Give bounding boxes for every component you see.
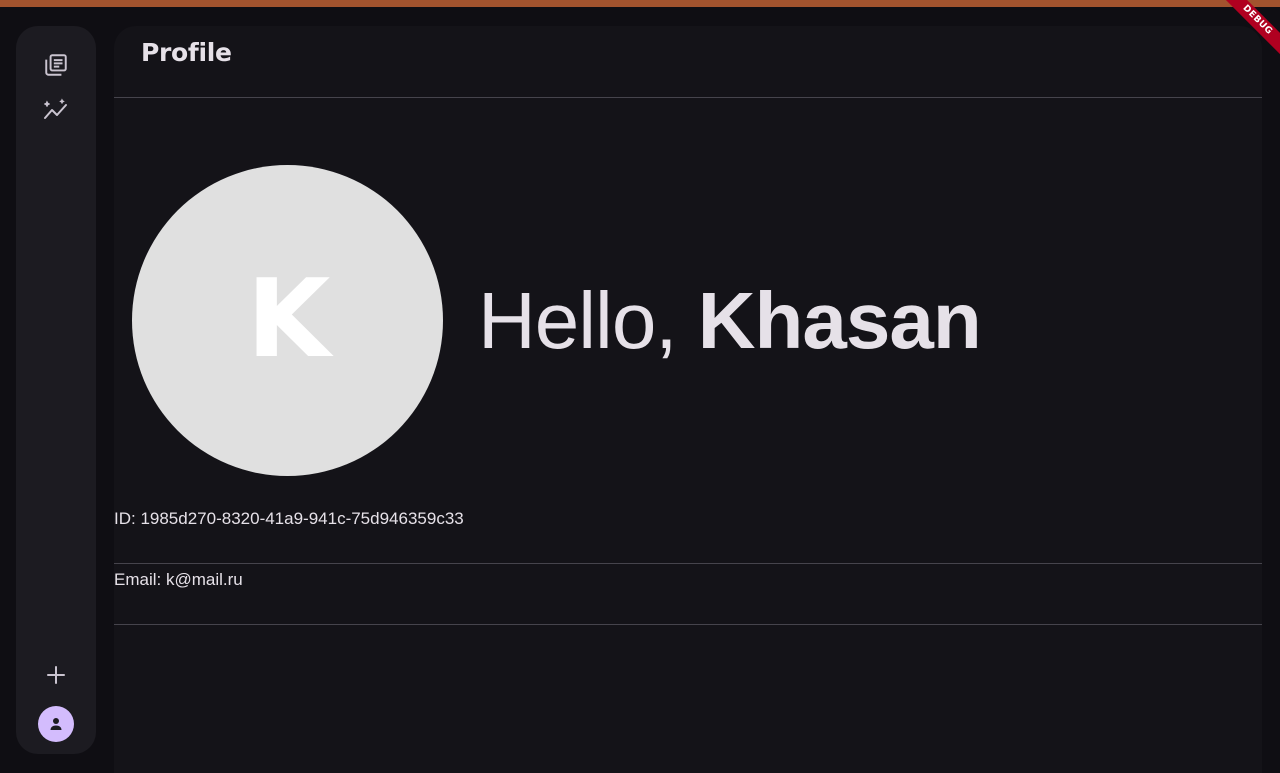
greeting-prefix: Hello, — [478, 276, 698, 365]
panel-header: Profile — [114, 26, 1262, 98]
library-icon[interactable] — [42, 51, 70, 79]
profile-hero: K Hello, Khasan — [132, 165, 1232, 476]
navigation-rail — [16, 26, 96, 754]
greeting: Hello, Khasan — [478, 273, 982, 369]
profile-panel: Profile K Hello, Khasan ID: 1985d270-832… — [114, 26, 1262, 773]
debug-label: DEBUG — [1219, 0, 1280, 58]
profile-avatar: K — [132, 165, 443, 476]
user-email-row: Email: k@mail.ru — [114, 564, 1262, 625]
person-icon — [50, 718, 62, 730]
user-id-row: ID: 1985d270-8320-41a9-941c-75d946359c33 — [114, 503, 1262, 564]
plus-icon[interactable] — [42, 661, 70, 689]
debug-banner: DEBUG — [1210, 0, 1280, 70]
user-email-text: Email: k@mail.ru — [114, 570, 243, 589]
window-top-bar — [0, 0, 1280, 7]
avatar-initial: K — [246, 256, 331, 382]
page-title: Profile — [141, 37, 232, 67]
user-name: Khasan — [697, 276, 982, 365]
user-id-text: ID: 1985d270-8320-41a9-941c-75d946359c33 — [114, 509, 464, 528]
profile-avatar-button[interactable] — [38, 706, 74, 742]
analytics-icon[interactable] — [42, 96, 70, 124]
